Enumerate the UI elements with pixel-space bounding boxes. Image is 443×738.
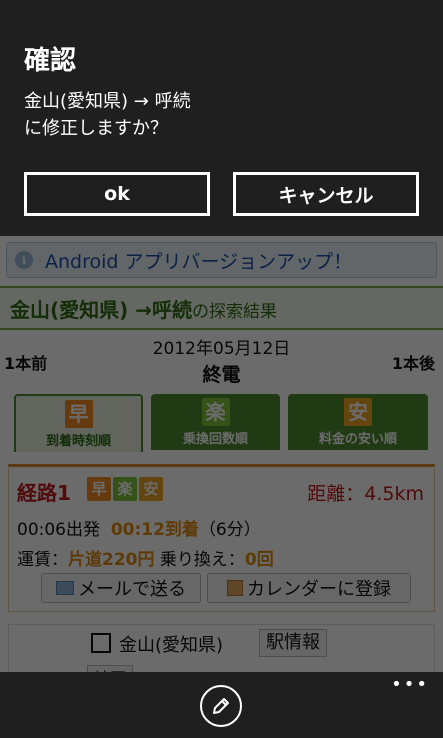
tab-cheapest[interactable]: 安 料金の安い順	[288, 394, 428, 450]
train-nav: 1本前 2012年05月12日 終電 1本後	[0, 332, 443, 388]
route-badges: 早 楽 安	[87, 477, 163, 501]
app-bar: •••	[0, 672, 443, 738]
station-name: 金山(愛知県)	[119, 635, 224, 656]
last-train-label: 終電	[202, 364, 241, 386]
confirm-dialog: 確認 金山(愛知県) → 呼続 に修正しますか？ ok キャンセル	[0, 0, 443, 236]
dialog-message: 金山(愛知県) → 呼続 に修正しますか？	[24, 88, 191, 142]
tab-label: 料金の安い順	[318, 432, 397, 447]
dialog-title: 確認	[24, 46, 77, 76]
cheap-badge: 安	[139, 477, 163, 501]
station-info-button[interactable]: 駅情報	[259, 629, 327, 657]
browser-page: i Android アプリバージョンアップ！ 金山(愛知県) →呼続の探索結果 …	[0, 236, 443, 672]
calendar-icon	[227, 580, 243, 596]
add-calendar-button[interactable]: カレンダーに登録	[207, 573, 411, 603]
mail-icon	[56, 581, 74, 595]
info-icon: i	[15, 251, 33, 269]
cancel-button[interactable]: キャンセル	[233, 172, 419, 216]
route-title: 経路1	[17, 481, 71, 505]
tab-transfer-count[interactable]: 楽 乗換回数順	[151, 394, 280, 450]
fast-icon: 早	[64, 400, 93, 428]
route-fare: 運賃：片道220円 乗り換え：0回	[17, 550, 274, 570]
fast-badge: 早	[87, 477, 111, 501]
route-time: 00:06出発 00:12到着（6分）	[17, 520, 261, 540]
cheap-icon: 安	[344, 398, 372, 426]
version-banner[interactable]: i Android アプリバージョンアップ！	[6, 242, 437, 278]
route-card: 経路1 早 楽 安 距離：4.5km 00:06出発 00:12到着（6分） 運…	[8, 464, 435, 612]
next-train-link[interactable]: 1本後	[392, 350, 435, 374]
tab-label: 乗換回数順	[182, 432, 248, 447]
route-distance: 距離：4.5km	[307, 483, 424, 505]
easy-badge: 楽	[113, 477, 137, 501]
result-title: 金山(愛知県) →呼続の探索結果	[10, 298, 278, 322]
ok-button[interactable]: ok	[24, 172, 210, 216]
easy-icon: 楽	[201, 398, 230, 426]
edit-button[interactable]	[200, 685, 242, 727]
map-button[interactable]: 地図	[87, 665, 134, 672]
station-checkbox[interactable]	[91, 633, 111, 653]
search-date: 2012年05月12日	[152, 339, 291, 359]
station-row: 金山(愛知県) 駅情報 地図	[8, 624, 435, 672]
version-banner-text: Android アプリバージョンアップ！	[45, 250, 353, 273]
more-options-icon[interactable]: •••	[391, 674, 429, 695]
dialog-message-line: に修正しますか？	[24, 118, 168, 139]
sort-tabs: 早 到着時刻順 楽 乗換回数順 安 料金の安い順	[14, 394, 428, 452]
dialog-message-line: 金山(愛知県) → 呼続	[24, 91, 191, 112]
result-header: 金山(愛知県) →呼続の探索結果	[0, 286, 443, 330]
pencil-icon	[213, 698, 229, 714]
tab-arrival-time[interactable]: 早 到着時刻順	[14, 394, 143, 452]
tab-label: 到着時刻順	[45, 434, 111, 449]
send-mail-button[interactable]: メールで送る	[41, 573, 201, 603]
